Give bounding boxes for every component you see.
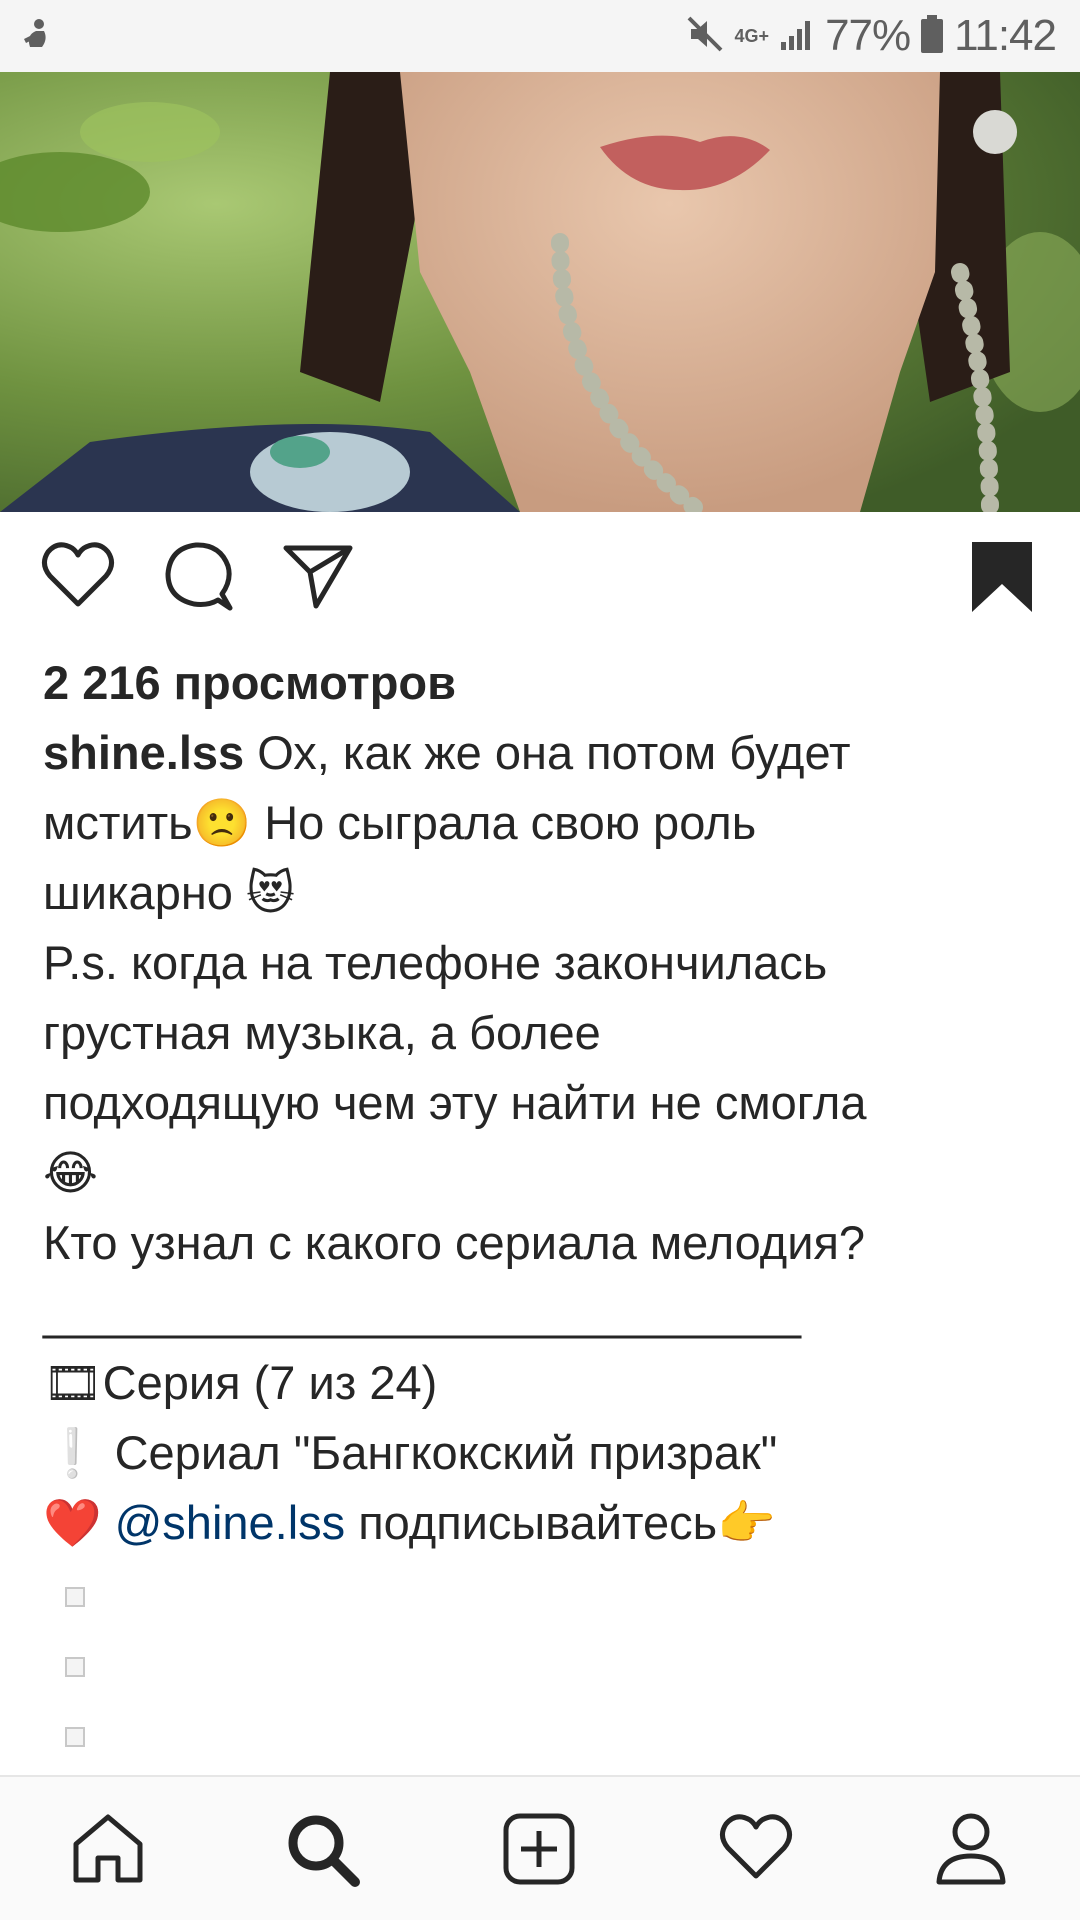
post-caption: 2 216 просмотров shine.lss Ох, как же он… bbox=[43, 648, 1043, 1768]
caption-line bbox=[43, 1628, 1043, 1698]
caption-line: 😂 bbox=[43, 1138, 1043, 1208]
bookmark-button[interactable] bbox=[970, 540, 1034, 619]
placeholder-box-icon bbox=[65, 1586, 85, 1607]
caption-text: Серия (7 из 24) bbox=[102, 1356, 438, 1409]
activity-icon bbox=[718, 1814, 794, 1886]
views-count: 2 216 просмотров bbox=[43, 656, 457, 709]
tears-of-joy-icon: 😂 bbox=[43, 1146, 98, 1201]
nav-profile[interactable] bbox=[935, 1812, 1007, 1891]
bookmark-icon bbox=[970, 542, 1034, 618]
caption-text: шикарно bbox=[43, 866, 233, 919]
caption-text: подписывайтесь bbox=[358, 1496, 718, 1549]
comment-button[interactable] bbox=[162, 540, 234, 617]
share-button[interactable] bbox=[282, 540, 354, 617]
caption-line: _____________________________ bbox=[43, 1278, 1043, 1348]
nav-home[interactable] bbox=[70, 1812, 146, 1889]
caption-line: ❕ Сериал "Бангкокский призрак" bbox=[43, 1418, 1043, 1488]
caption-line bbox=[43, 1558, 1043, 1628]
share-icon bbox=[282, 545, 354, 616]
new-post-icon bbox=[502, 1813, 576, 1890]
caption-line: ❤️ @shine.lss подписывайтесь👉 bbox=[43, 1488, 1043, 1558]
mute-icon bbox=[685, 14, 725, 59]
nav-search[interactable] bbox=[285, 1812, 361, 1893]
placeholder-box-icon bbox=[65, 1726, 85, 1747]
heart-eyes-cat-icon: 😻 bbox=[246, 866, 295, 921]
battery-percent: 77% bbox=[825, 11, 911, 60]
like-icon bbox=[40, 542, 116, 614]
nav-new-post[interactable] bbox=[502, 1812, 576, 1891]
red-heart-icon: ❤️ bbox=[43, 1496, 102, 1551]
search-icon bbox=[285, 1815, 361, 1892]
caption-line: Кто узнал с какого сериала мелодия? bbox=[43, 1208, 1043, 1278]
caption-line: 🎞Серия (7 из 24) bbox=[43, 1348, 1043, 1418]
placeholder-box-icon bbox=[65, 1656, 85, 1677]
comment-icon bbox=[162, 542, 234, 616]
caption-text: мстить bbox=[43, 796, 193, 849]
battery-icon bbox=[920, 14, 944, 59]
caption-line bbox=[43, 1698, 1043, 1768]
caption-text: Ох, как же она потом будет bbox=[257, 726, 851, 779]
notification-app-icon bbox=[22, 17, 52, 56]
caption-text: подходящую чем эту найти не смогла bbox=[43, 1076, 867, 1129]
network-type-label: 4G+ bbox=[734, 26, 770, 46]
exclamation-icon: ❕ bbox=[43, 1426, 102, 1481]
caption-text: Сериал "Бангкокский призрак" bbox=[114, 1426, 778, 1479]
caption-line: shine.lss Ох, как же она потом будет bbox=[43, 718, 1043, 788]
caption-text: P.s. когда на телефоне закончилась bbox=[43, 936, 828, 989]
profile-icon bbox=[935, 1813, 1007, 1890]
pointing-right-icon: 👉 bbox=[717, 1496, 776, 1551]
caption-line: мстить🙁 Но сыграла свою роль bbox=[43, 788, 1043, 858]
bottom-navigation bbox=[0, 1775, 1080, 1920]
like-button[interactable] bbox=[40, 540, 116, 615]
caption-text: Но сыграла свою роль bbox=[264, 796, 757, 849]
home-icon bbox=[70, 1814, 146, 1888]
caption-mention-link[interactable]: @shine.lss bbox=[115, 1496, 346, 1549]
post-video[interactable] bbox=[0, 72, 1080, 512]
signal-icon bbox=[779, 16, 815, 57]
film-frames-icon: 🎞 bbox=[43, 1356, 103, 1411]
caption-username[interactable]: shine.lss bbox=[43, 726, 244, 779]
caption-line: подходящую чем эту найти не смогла bbox=[43, 1068, 1043, 1138]
post-action-bar bbox=[0, 540, 1080, 620]
clock: 11:42 bbox=[954, 11, 1057, 60]
confused-face-icon: 🙁 bbox=[192, 796, 252, 851]
nav-activity[interactable] bbox=[718, 1812, 794, 1887]
caption-line: грустная музыка, а более bbox=[43, 998, 1043, 1068]
status-bar: 4G+ 77% 11:42 bbox=[0, 0, 1080, 72]
caption-text: грустная музыка, а более bbox=[43, 1006, 601, 1059]
caption-line: шикарно 😻 bbox=[43, 858, 1043, 928]
caption-divider: _____________________________ bbox=[43, 1286, 802, 1339]
caption-line: P.s. когда на телефоне закончилась bbox=[43, 928, 1043, 998]
caption-text: Кто узнал с какого сериала мелодия? bbox=[43, 1216, 866, 1269]
